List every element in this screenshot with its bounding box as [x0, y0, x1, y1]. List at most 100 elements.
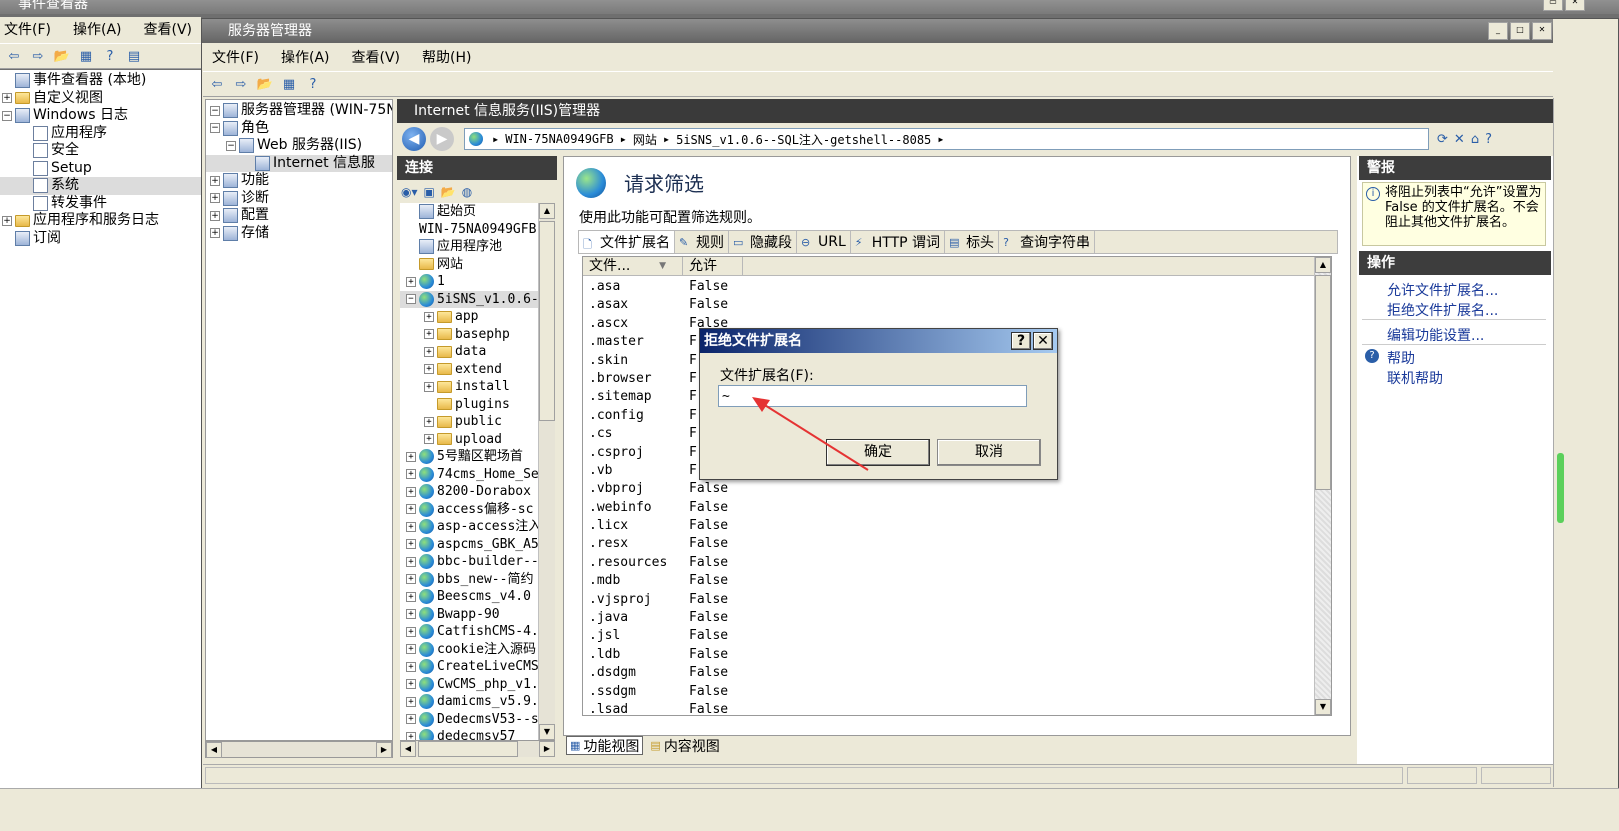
list-item[interactable]: .dsdgm False	[583, 664, 1331, 682]
tree-item[interactable]: + 自定义视图	[0, 90, 201, 108]
list-item[interactable]: .licx False	[583, 517, 1331, 535]
expand-icon[interactable]: +	[424, 329, 434, 340]
breadcrumb-server[interactable]: WIN-75NA0949GFB	[505, 132, 613, 146]
list-item[interactable]: .mdb False	[583, 572, 1331, 590]
scroll-down-icon[interactable]: ▼	[539, 724, 555, 740]
expand-icon[interactable]: +	[424, 434, 434, 445]
expand-icon[interactable]: +	[406, 626, 416, 637]
tab-content-view[interactable]: ▤ 内容视图	[647, 736, 722, 755]
expand-icon[interactable]: +	[424, 311, 434, 322]
tree-item[interactable]: 安全	[0, 142, 201, 160]
folder-up-icon[interactable]: 📂	[441, 185, 456, 199]
scroll-thumb[interactable]	[1557, 453, 1564, 523]
tree-item[interactable]: − Windows 日志	[0, 107, 201, 125]
tree-item[interactable]: + aspcms_GBK_A5	[400, 536, 538, 554]
tree-item[interactable]: + bbc-builder--	[400, 553, 538, 571]
expand-icon[interactable]: +	[406, 539, 416, 550]
list-item[interactable]: .vjsproj False	[583, 591, 1331, 609]
tree-item[interactable]: +1	[400, 273, 538, 291]
scroll-right-icon[interactable]: ▶	[539, 741, 555, 757]
tree-item[interactable]: + cookie注入源码	[400, 641, 538, 659]
scroll-left-icon[interactable]: ◀	[400, 741, 416, 757]
tree-item[interactable]: + dedecmsv57	[400, 728, 538, 740]
expand-icon[interactable]: +	[424, 381, 434, 392]
column-header-allowed[interactable]: 允许	[683, 257, 743, 275]
list-item[interactable]: .jsl False	[583, 627, 1331, 645]
menu-view[interactable]: 查看(V)	[352, 45, 401, 71]
expand-icon[interactable]: +	[210, 175, 220, 186]
connections-hscroll[interactable]: ◀ ▶	[400, 740, 555, 757]
expand-icon[interactable]: +	[406, 451, 416, 462]
server-tree-hscroll[interactable]: ◀ ▶	[205, 741, 393, 758]
collapse-icon[interactable]: −	[406, 294, 416, 305]
collapse-icon[interactable]: −	[2, 110, 12, 121]
list-item[interactable]: .resx False	[583, 535, 1331, 553]
tree-item[interactable]: 起始页	[400, 203, 538, 221]
action-allow-extension[interactable]: 允许文件扩展名...	[1387, 280, 1498, 300]
up-icon[interactable]: 📂	[255, 74, 275, 94]
connect-server-icon[interactable]: ◍	[462, 185, 472, 199]
tree-item[interactable]: + Bwapp-90	[400, 606, 538, 624]
nav-back-icon[interactable]: ◀	[402, 127, 426, 151]
tree-item[interactable]: + install	[400, 378, 538, 396]
list-item[interactable]: .lsad False	[583, 701, 1331, 715]
expand-icon[interactable]: +	[406, 504, 416, 515]
list-vscroll[interactable]: ▲ ▼	[1314, 257, 1331, 715]
tree-item[interactable]: − 服务器管理器 (WIN-75NA	[206, 102, 392, 120]
list-item[interactable]: .vbproj False	[583, 480, 1331, 498]
close-icon[interactable]: ✕	[1565, 0, 1585, 11]
tree-item[interactable]: + CatfishCMS-4.	[400, 623, 538, 641]
tree-item[interactable]: + public	[400, 413, 538, 431]
action-help[interactable]: 帮助	[1387, 348, 1415, 368]
expand-icon[interactable]: +	[424, 416, 434, 427]
list-item[interactable]: .asa False	[583, 278, 1331, 296]
tree-item[interactable]: + extend	[400, 361, 538, 379]
tree-item[interactable]: − Web 服务器(IIS)	[206, 137, 392, 155]
stop-icon[interactable]: ✕	[1454, 132, 1465, 147]
expand-icon[interactable]: +	[2, 93, 12, 104]
tree-item[interactable]: + app	[400, 308, 538, 326]
home-icon[interactable]: ⌂	[1471, 132, 1479, 147]
tree-item[interactable]: 应用程序池	[400, 238, 538, 256]
tree-item[interactable]: + 功能	[206, 172, 392, 190]
collapse-icon[interactable]: −	[210, 105, 220, 116]
tree-item[interactable]: + access偏移-sc	[400, 501, 538, 519]
expand-icon[interactable]: +	[406, 574, 416, 585]
collapse-icon[interactable]: −	[226, 140, 236, 151]
tab-url[interactable]: ⊖ URL	[797, 231, 851, 253]
list-item[interactable]: .ldb False	[583, 646, 1331, 664]
tree-item[interactable]: + 存储	[206, 225, 392, 243]
tree-item[interactable]: + basephp	[400, 326, 538, 344]
tree-item[interactable]: + 配置	[206, 207, 392, 225]
action-deny-extension[interactable]: 拒绝文件扩展名...	[1387, 300, 1498, 320]
expand-icon[interactable]: +	[406, 696, 416, 707]
console-icon[interactable]: ▦	[76, 46, 96, 66]
tree-item[interactable]: +8200-Dorabox	[400, 483, 538, 501]
expand-icon[interactable]: +	[406, 679, 416, 690]
scroll-right-icon[interactable]: ▶	[376, 742, 392, 758]
tree-item[interactable]: + data	[400, 343, 538, 361]
tree-item[interactable]: + damicms_v5.9.	[400, 693, 538, 711]
dialog-help-icon[interactable]: ?	[1011, 332, 1031, 350]
expand-icon[interactable]: +	[424, 364, 434, 375]
action-edit-settings[interactable]: 编辑功能设置...	[1387, 325, 1484, 345]
tree-item[interactable]: 事件查看器 (本地)	[0, 72, 201, 90]
tree-item[interactable]: + asp-access注入	[400, 518, 538, 536]
tab-http-verbs[interactable]: ⚡ HTTP 谓词	[851, 231, 946, 253]
expand-icon[interactable]: +	[406, 661, 416, 672]
properties-icon[interactable]: ▤	[124, 46, 144, 66]
list-item[interactable]: .resources False	[583, 554, 1331, 572]
tree-item[interactable]: − 5iSNS_v1.0.6-	[400, 290, 538, 308]
scroll-thumb[interactable]	[539, 221, 555, 421]
nav-forward-icon[interactable]: ▶	[430, 127, 454, 151]
menu-file[interactable]: 文件(F)	[212, 45, 259, 71]
tree-item[interactable]: 订阅	[0, 230, 201, 248]
tree-item[interactable]: + 诊断	[206, 190, 392, 208]
tab-hidden-segments[interactable]: ▭ 隐藏段	[729, 231, 797, 253]
up-icon[interactable]: 📂	[52, 46, 72, 66]
expand-icon[interactable]: +	[406, 556, 416, 567]
scroll-down-icon[interactable]: ▼	[1315, 699, 1331, 715]
tree-item[interactable]: 网站	[400, 256, 538, 274]
cancel-button[interactable]: 取消	[937, 439, 1041, 466]
breadcrumb-sites[interactable]: 网站	[633, 131, 657, 148]
